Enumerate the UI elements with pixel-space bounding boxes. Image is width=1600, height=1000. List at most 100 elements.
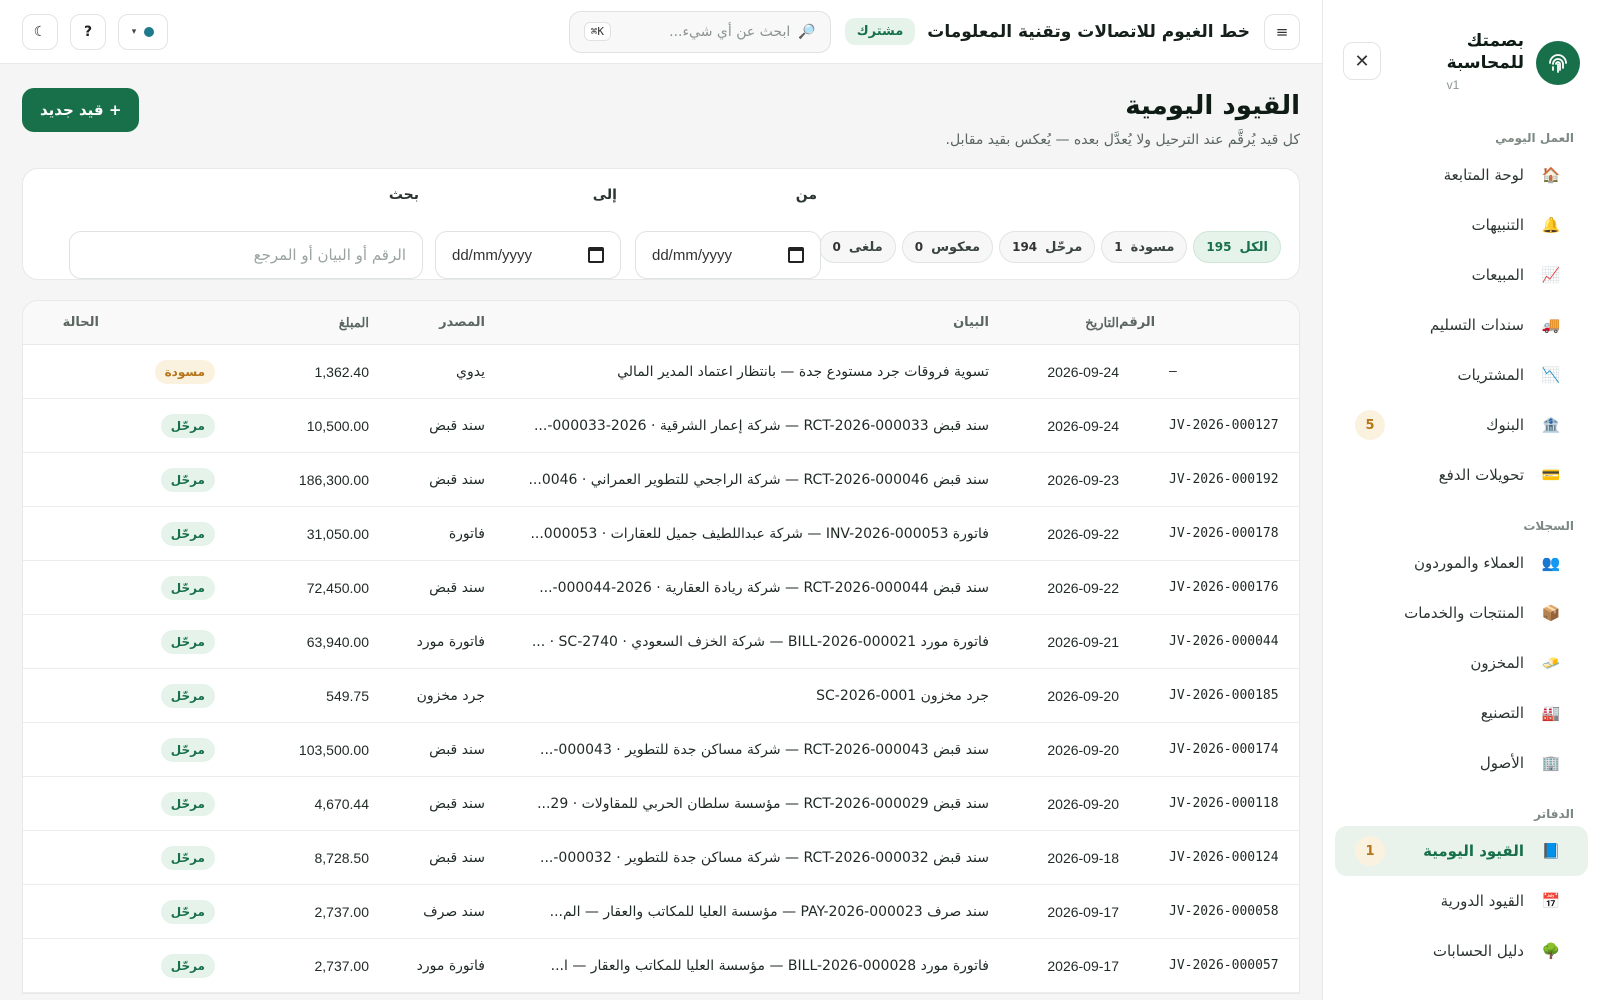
- nav-icon: 🏠: [1541, 166, 1561, 184]
- nav-icon: 📘: [1541, 842, 1561, 860]
- sidebar-item-1[interactable]: 🔔 التنبيهات: [1335, 200, 1588, 250]
- new-entry-button[interactable]: + قيد جديد: [22, 88, 140, 132]
- col-status[interactable]: الحالة: [63, 315, 99, 330]
- cell-description: جرد مخزون SC-2026-0001: [816, 687, 989, 704]
- sidebar-item-9[interactable]: 🧈 المخزون: [1335, 638, 1588, 688]
- sidebar-item-label: لوحة المتابعة: [1443, 166, 1524, 184]
- cell-amount: 8,728.50: [314, 849, 370, 866]
- search-group: بحث الرقم أو البيان أو المرجع: [69, 187, 423, 279]
- topbar: ≡ خط الغيوم للاتصالات وتقنية المعلومات م…: [0, 0, 1322, 64]
- cell-description: فاتورة مورد BILL-2026-000028 — مؤسسة الع…: [550, 957, 989, 974]
- col-date[interactable]: التاريخ: [1009, 315, 1119, 331]
- table-row[interactable]: JV-2026-000118 2026-09-20 سند قبض RCT-2026…: [23, 777, 1299, 831]
- status-badge: مرحّل: [160, 737, 215, 762]
- cell-number: JV-2026-000185: [1169, 688, 1279, 703]
- hamburger-icon: ≡: [1275, 22, 1289, 41]
- chip-count: 1: [1114, 240, 1123, 254]
- filter-chip-1[interactable]: مسودة 1: [1101, 231, 1188, 263]
- nav-count-badge: 1: [1355, 836, 1385, 866]
- chip-label: ملغى: [848, 239, 883, 255]
- sidebar-item-10[interactable]: 🏭 التصنيع: [1335, 688, 1588, 738]
- section-label-daily: العمل اليومي: [1495, 131, 1574, 145]
- sidebar-item-13[interactable]: 📅 القيود الدورية: [1335, 876, 1588, 926]
- top-actions: ☾ ? ▾: [22, 14, 168, 50]
- cell-date: 2026-09-18: [1047, 849, 1119, 866]
- sidebar-item-3[interactable]: 🚚 سندات التسليم: [1335, 300, 1588, 350]
- from-date-group: من dd/mm/yyyy: [635, 187, 821, 279]
- help-icon: ?: [83, 24, 93, 40]
- cell-source: فاتورة مورد: [416, 957, 485, 974]
- cell-number: JV-2026-000176: [1169, 580, 1279, 595]
- cell-status: مرحّل: [75, 791, 235, 816]
- table-row[interactable]: — 2026-09-24 تسوية فروقات جرد مستودع جدة —…: [23, 345, 1299, 399]
- table-row[interactable]: JV-2026-000127 2026-09-24 سند قبض RCT-2026…: [23, 399, 1299, 453]
- sidebar-item-14[interactable]: 🌳 دليل الحسابات: [1335, 926, 1588, 976]
- cell-source: فاتورة مورد: [416, 633, 485, 650]
- filter-chip-4[interactable]: ملغى 0: [819, 231, 896, 263]
- chip-count: 0: [832, 240, 841, 254]
- to-date-group: إلى dd/mm/yyyy: [435, 187, 621, 279]
- sidebar-item-label: المشتريات: [1457, 366, 1524, 384]
- status-filter-chips: الكل 195 مسودة 1 مرحّل 194 معكوس 0 ملغى 0: [819, 231, 1281, 263]
- sidebar-item-label: التنبيهات: [1471, 216, 1524, 234]
- sidebar: بصمتك للمحاسبة v1 ✕ العمل اليومي 🏠 لوحة ا…: [1322, 0, 1600, 1000]
- nav-icon: 🏦: [1541, 416, 1561, 434]
- col-source[interactable]: المصدر: [369, 315, 499, 330]
- menu-button[interactable]: ≡: [1264, 13, 1300, 50]
- from-date-input[interactable]: dd/mm/yyyy: [635, 231, 821, 279]
- close-sidebar-button[interactable]: ✕: [1343, 42, 1381, 80]
- table-row[interactable]: JV-2026-000178 2026-09-22 فاتورة INV-2026-…: [23, 507, 1299, 561]
- sidebar-item-2[interactable]: 📈 المبيعات: [1335, 250, 1588, 300]
- nav-icon: 📈: [1541, 266, 1561, 284]
- cell-status: مرحّل: [75, 629, 235, 654]
- col-description[interactable]: البيان: [499, 315, 1009, 330]
- to-date-input[interactable]: dd/mm/yyyy: [435, 231, 621, 279]
- table-row[interactable]: JV-2026-000057 2026-09-17 فاتورة مورد BILL…: [23, 939, 1299, 993]
- status-badge: مرحّل: [160, 467, 215, 492]
- cell-status: مرحّل: [75, 953, 235, 978]
- filter-chip-3[interactable]: معكوس 0: [901, 231, 994, 263]
- help-button[interactable]: ?: [70, 14, 106, 50]
- sidebar-item-7[interactable]: 👥 العملاء والموردون: [1335, 538, 1588, 588]
- brand-name-line1: بصمتك: [1466, 31, 1524, 51]
- cell-number: JV-2026-000124: [1169, 850, 1279, 865]
- table-row[interactable]: JV-2026-000058 2026-09-17 سند صرف PAY-2026…: [23, 885, 1299, 939]
- cell-source: سند قبض: [429, 417, 485, 434]
- status-dropdown-button[interactable]: ▾: [118, 14, 168, 50]
- sidebar-item-4[interactable]: 📉 المشتريات: [1335, 350, 1588, 400]
- global-search-input[interactable]: 🔎 ابحث عن أي شيء... K⌘: [568, 10, 831, 53]
- filter-chip-2[interactable]: مرحّل 194: [999, 231, 1096, 263]
- cell-date: 2026-09-22: [1047, 579, 1119, 596]
- cell-amount: 63,940.00: [306, 633, 369, 650]
- col-number[interactable]: الرقم: [1119, 315, 1299, 330]
- sidebar-item-12[interactable]: 📘 القيود اليومية 1: [1335, 826, 1588, 876]
- cell-status: مرحّل: [75, 683, 235, 708]
- sidebar-item-11[interactable]: 🏢 الأصول: [1335, 738, 1588, 788]
- main-area: ≡ خط الغيوم للاتصالات وتقنية المعلومات م…: [0, 0, 1322, 1000]
- table-body: — 2026-09-24 تسوية فروقات جرد مستودع جدة —…: [23, 345, 1299, 993]
- sidebar-item-0[interactable]: 🏠 لوحة المتابعة: [1335, 150, 1588, 200]
- theme-toggle-button[interactable]: ☾: [22, 14, 58, 50]
- sidebar-item-5[interactable]: 🏦 البنوك 5: [1335, 400, 1588, 450]
- nav-icon: 🏢: [1541, 754, 1561, 772]
- sidebar-item-8[interactable]: 📦 المنتجات والخدمات: [1335, 588, 1588, 638]
- entries-search-input[interactable]: الرقم أو البيان أو المرجع: [69, 231, 423, 279]
- sidebar-item-6[interactable]: 💳 تحويلات الدفع: [1335, 450, 1588, 500]
- table-row[interactable]: JV-2026-000192 2026-09-23 سند قبض RCT-2026…: [23, 453, 1299, 507]
- search-icon: 🔎: [798, 23, 816, 40]
- cell-number: JV-2026-000044: [1169, 634, 1279, 649]
- filter-chip-0[interactable]: الكل 195: [1193, 231, 1281, 263]
- table-row[interactable]: JV-2026-000176 2026-09-22 سند قبض RCT-2026…: [23, 561, 1299, 615]
- page-content: القيود اليومية كل قيد يُرقَّم عند الترحي…: [0, 64, 1322, 994]
- table-row[interactable]: JV-2026-000044 2026-09-21 فاتورة مورد BILL…: [23, 615, 1299, 669]
- cell-source: فاتورة: [448, 525, 485, 542]
- cell-amount: 1,362.40: [314, 363, 370, 380]
- nav-icon: 🌳: [1541, 942, 1561, 960]
- col-amount[interactable]: المبلغ: [235, 315, 369, 331]
- cell-date: 2026-09-24: [1047, 417, 1119, 434]
- table-row[interactable]: JV-2026-000124 2026-09-18 سند قبض RCT-2026…: [23, 831, 1299, 885]
- cell-number: JV-2026-000058: [1169, 904, 1279, 919]
- table-row[interactable]: JV-2026-000185 2026-09-20 جرد مخزون SC-202…: [23, 669, 1299, 723]
- table-row[interactable]: JV-2026-000174 2026-09-20 سند قبض RCT-2026…: [23, 723, 1299, 777]
- cell-amount: 2,737.00: [314, 957, 370, 974]
